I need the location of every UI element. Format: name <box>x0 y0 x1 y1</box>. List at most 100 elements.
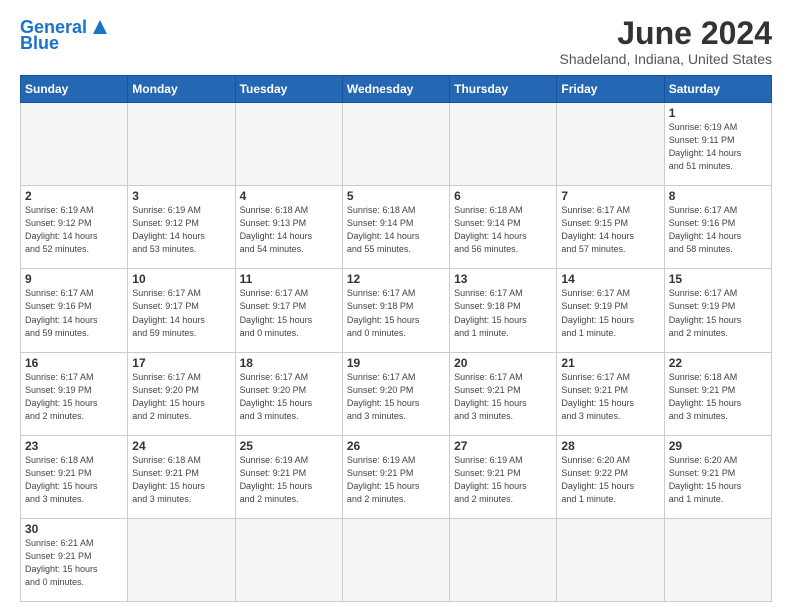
day-info: Sunrise: 6:17 AM Sunset: 9:18 PM Dayligh… <box>347 287 445 339</box>
logo: General Blue <box>20 16 111 52</box>
header: General Blue June 2024 Shadeland, Indian… <box>20 16 772 67</box>
day-info: Sunrise: 6:17 AM Sunset: 9:20 PM Dayligh… <box>132 371 230 423</box>
day-info: Sunrise: 6:17 AM Sunset: 9:21 PM Dayligh… <box>454 371 552 423</box>
day-number: 6 <box>454 189 552 203</box>
weekday-header-sunday: Sunday <box>21 76 128 103</box>
calendar-cell <box>557 103 664 186</box>
calendar-cell: 30Sunrise: 6:21 AM Sunset: 9:21 PM Dayli… <box>21 518 128 601</box>
day-number: 1 <box>669 106 767 120</box>
calendar-cell <box>664 518 771 601</box>
calendar-week-row: 23Sunrise: 6:18 AM Sunset: 9:21 PM Dayli… <box>21 435 772 518</box>
day-number: 25 <box>240 439 338 453</box>
day-number: 21 <box>561 356 659 370</box>
calendar-cell: 23Sunrise: 6:18 AM Sunset: 9:21 PM Dayli… <box>21 435 128 518</box>
calendar-week-row: 30Sunrise: 6:21 AM Sunset: 9:21 PM Dayli… <box>21 518 772 601</box>
calendar-cell: 15Sunrise: 6:17 AM Sunset: 9:19 PM Dayli… <box>664 269 771 352</box>
day-number: 3 <box>132 189 230 203</box>
calendar-cell <box>342 103 449 186</box>
day-number: 24 <box>132 439 230 453</box>
day-number: 30 <box>25 522 123 536</box>
logo-triangle-icon <box>89 16 111 38</box>
weekday-header-thursday: Thursday <box>450 76 557 103</box>
calendar-cell: 5Sunrise: 6:18 AM Sunset: 9:14 PM Daylig… <box>342 186 449 269</box>
calendar-cell: 24Sunrise: 6:18 AM Sunset: 9:21 PM Dayli… <box>128 435 235 518</box>
day-info: Sunrise: 6:17 AM Sunset: 9:16 PM Dayligh… <box>25 287 123 339</box>
calendar-cell: 1Sunrise: 6:19 AM Sunset: 9:11 PM Daylig… <box>664 103 771 186</box>
day-number: 13 <box>454 272 552 286</box>
calendar-cell: 12Sunrise: 6:17 AM Sunset: 9:18 PM Dayli… <box>342 269 449 352</box>
calendar-cell: 17Sunrise: 6:17 AM Sunset: 9:20 PM Dayli… <box>128 352 235 435</box>
day-info: Sunrise: 6:19 AM Sunset: 9:21 PM Dayligh… <box>454 454 552 506</box>
calendar-cell: 6Sunrise: 6:18 AM Sunset: 9:14 PM Daylig… <box>450 186 557 269</box>
day-number: 22 <box>669 356 767 370</box>
day-info: Sunrise: 6:18 AM Sunset: 9:21 PM Dayligh… <box>25 454 123 506</box>
calendar-cell: 3Sunrise: 6:19 AM Sunset: 9:12 PM Daylig… <box>128 186 235 269</box>
calendar-week-row: 9Sunrise: 6:17 AM Sunset: 9:16 PM Daylig… <box>21 269 772 352</box>
calendar-cell: 28Sunrise: 6:20 AM Sunset: 9:22 PM Dayli… <box>557 435 664 518</box>
day-info: Sunrise: 6:18 AM Sunset: 9:14 PM Dayligh… <box>347 204 445 256</box>
day-number: 5 <box>347 189 445 203</box>
calendar-cell: 27Sunrise: 6:19 AM Sunset: 9:21 PM Dayli… <box>450 435 557 518</box>
calendar-cell: 7Sunrise: 6:17 AM Sunset: 9:15 PM Daylig… <box>557 186 664 269</box>
day-info: Sunrise: 6:20 AM Sunset: 9:21 PM Dayligh… <box>669 454 767 506</box>
day-info: Sunrise: 6:20 AM Sunset: 9:22 PM Dayligh… <box>561 454 659 506</box>
weekday-header-saturday: Saturday <box>664 76 771 103</box>
calendar-cell: 13Sunrise: 6:17 AM Sunset: 9:18 PM Dayli… <box>450 269 557 352</box>
day-number: 29 <box>669 439 767 453</box>
day-number: 27 <box>454 439 552 453</box>
day-number: 23 <box>25 439 123 453</box>
weekday-header-monday: Monday <box>128 76 235 103</box>
day-info: Sunrise: 6:17 AM Sunset: 9:19 PM Dayligh… <box>561 287 659 339</box>
day-number: 12 <box>347 272 445 286</box>
day-number: 7 <box>561 189 659 203</box>
calendar-cell: 29Sunrise: 6:20 AM Sunset: 9:21 PM Dayli… <box>664 435 771 518</box>
day-number: 15 <box>669 272 767 286</box>
day-info: Sunrise: 6:18 AM Sunset: 9:13 PM Dayligh… <box>240 204 338 256</box>
day-info: Sunrise: 6:17 AM Sunset: 9:16 PM Dayligh… <box>669 204 767 256</box>
day-info: Sunrise: 6:17 AM Sunset: 9:19 PM Dayligh… <box>669 287 767 339</box>
weekday-header-row: SundayMondayTuesdayWednesdayThursdayFrid… <box>21 76 772 103</box>
calendar-cell <box>235 518 342 601</box>
day-info: Sunrise: 6:18 AM Sunset: 9:14 PM Dayligh… <box>454 204 552 256</box>
weekday-header-wednesday: Wednesday <box>342 76 449 103</box>
calendar-cell: 11Sunrise: 6:17 AM Sunset: 9:17 PM Dayli… <box>235 269 342 352</box>
day-info: Sunrise: 6:21 AM Sunset: 9:21 PM Dayligh… <box>25 537 123 589</box>
day-number: 2 <box>25 189 123 203</box>
day-number: 17 <box>132 356 230 370</box>
day-number: 19 <box>347 356 445 370</box>
calendar-week-row: 16Sunrise: 6:17 AM Sunset: 9:19 PM Dayli… <box>21 352 772 435</box>
day-info: Sunrise: 6:17 AM Sunset: 9:17 PM Dayligh… <box>132 287 230 339</box>
calendar-table: SundayMondayTuesdayWednesdayThursdayFrid… <box>20 75 772 602</box>
calendar-cell: 25Sunrise: 6:19 AM Sunset: 9:21 PM Dayli… <box>235 435 342 518</box>
calendar-cell <box>557 518 664 601</box>
day-number: 16 <box>25 356 123 370</box>
calendar-cell: 10Sunrise: 6:17 AM Sunset: 9:17 PM Dayli… <box>128 269 235 352</box>
day-info: Sunrise: 6:19 AM Sunset: 9:21 PM Dayligh… <box>347 454 445 506</box>
day-info: Sunrise: 6:19 AM Sunset: 9:12 PM Dayligh… <box>132 204 230 256</box>
day-number: 26 <box>347 439 445 453</box>
calendar-cell: 20Sunrise: 6:17 AM Sunset: 9:21 PM Dayli… <box>450 352 557 435</box>
calendar-cell: 14Sunrise: 6:17 AM Sunset: 9:19 PM Dayli… <box>557 269 664 352</box>
calendar-cell: 9Sunrise: 6:17 AM Sunset: 9:16 PM Daylig… <box>21 269 128 352</box>
day-info: Sunrise: 6:19 AM Sunset: 9:11 PM Dayligh… <box>669 121 767 173</box>
day-number: 9 <box>25 272 123 286</box>
calendar-cell <box>21 103 128 186</box>
weekday-header-friday: Friday <box>557 76 664 103</box>
calendar-cell <box>235 103 342 186</box>
day-info: Sunrise: 6:17 AM Sunset: 9:21 PM Dayligh… <box>561 371 659 423</box>
day-info: Sunrise: 6:18 AM Sunset: 9:21 PM Dayligh… <box>132 454 230 506</box>
calendar-cell <box>342 518 449 601</box>
weekday-header-tuesday: Tuesday <box>235 76 342 103</box>
calendar-cell <box>450 103 557 186</box>
calendar-week-row: 2 Sunrise: 6:19 AM Sunset: 9:12 PM Daylig… <box>21 186 772 269</box>
calendar-title: June 2024 <box>560 16 773 51</box>
day-number: 14 <box>561 272 659 286</box>
day-info: Sunrise: 6:17 AM Sunset: 9:19 PM Dayligh… <box>25 371 123 423</box>
day-info: Sunrise: 6:17 AM Sunset: 9:17 PM Dayligh… <box>240 287 338 339</box>
day-info: Sunrise: 6:19 AM Sunset: 9:21 PM Dayligh… <box>240 454 338 506</box>
title-block: June 2024 Shadeland, Indiana, United Sta… <box>560 16 773 67</box>
day-info: Sunrise: 6:17 AM Sunset: 9:20 PM Dayligh… <box>240 371 338 423</box>
calendar-cell: 19Sunrise: 6:17 AM Sunset: 9:20 PM Dayli… <box>342 352 449 435</box>
calendar-cell: 26Sunrise: 6:19 AM Sunset: 9:21 PM Dayli… <box>342 435 449 518</box>
calendar-week-row: 1Sunrise: 6:19 AM Sunset: 9:11 PM Daylig… <box>21 103 772 186</box>
